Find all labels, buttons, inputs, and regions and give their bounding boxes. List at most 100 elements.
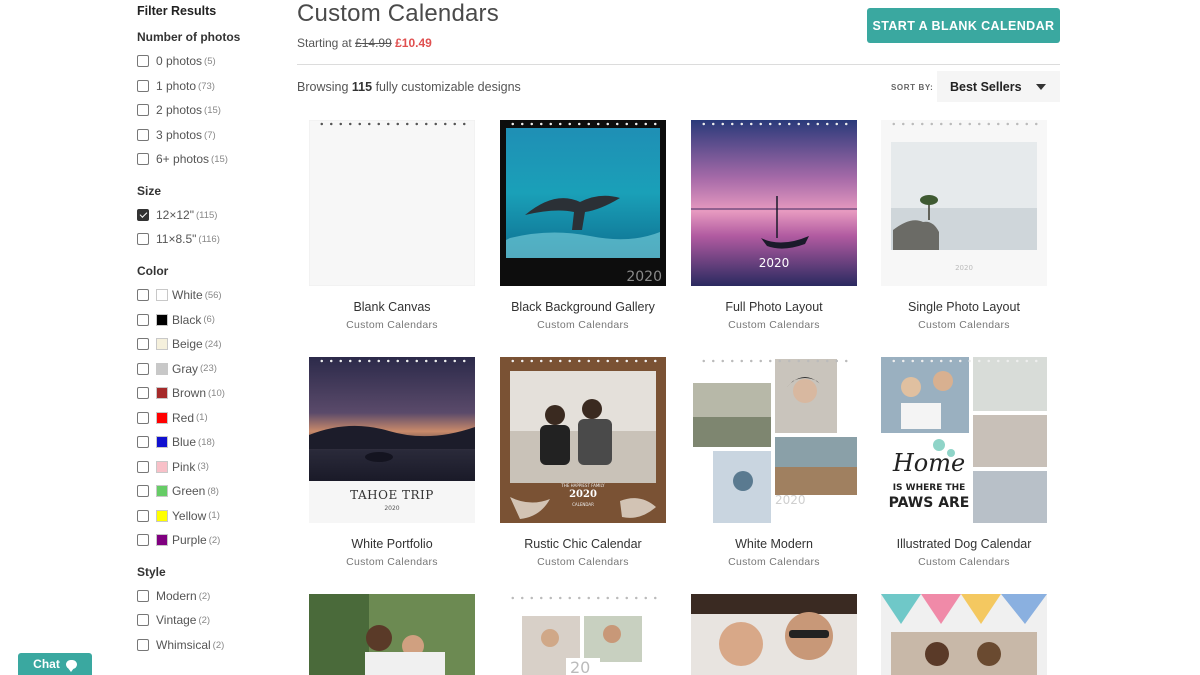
checkbox[interactable]: [137, 55, 149, 67]
filter-option-color-gray[interactable]: Gray (23): [137, 361, 217, 377]
filter-option-color-brown[interactable]: Brown (10): [137, 385, 225, 401]
product-name: Rustic Chic Calendar: [524, 537, 642, 551]
product-thumbnail: [881, 594, 1047, 675]
product-category: Custom Calendars: [728, 556, 820, 568]
checkbox-checked[interactable]: [137, 209, 149, 221]
checkbox[interactable]: [137, 80, 149, 92]
color-swatch: [156, 362, 168, 375]
product-category: Custom Calendars: [918, 319, 1010, 331]
filter-option-color-purple[interactable]: Purple (2): [137, 532, 220, 548]
filter-option-count: (115): [195, 209, 218, 221]
filter-option-count: (6): [203, 314, 215, 325]
filter-option-count: (1): [196, 412, 208, 423]
product-category: Custom Calendars: [918, 556, 1010, 568]
filter-option-count: (73): [198, 80, 215, 92]
checkbox[interactable]: [137, 362, 149, 375]
product-name: White Portfolio: [351, 537, 433, 551]
artwork-line-paws: PAWS ARE: [888, 495, 970, 511]
calendar-year: 2020: [955, 264, 973, 272]
checkbox[interactable]: [137, 639, 149, 651]
checkbox[interactable]: [137, 534, 149, 546]
filter-option-color-blue[interactable]: Blue (18): [137, 434, 215, 450]
filter-option-color-pink[interactable]: Pink (3): [137, 459, 209, 475]
checkbox[interactable]: [137, 338, 149, 350]
product-name: Black Background Gallery: [511, 300, 655, 314]
filter-option-size-11x8[interactable]: 11×8.5" (116): [137, 231, 220, 247]
page-title: Custom Calendars: [297, 0, 499, 27]
filter-option-label: Green: [172, 484, 206, 498]
sort-select[interactable]: Best Sellers: [937, 71, 1060, 102]
product-thumbnail: 2020: [881, 120, 1047, 286]
start-blank-calendar-button[interactable]: START A BLANK CALENDAR: [867, 8, 1060, 43]
product-category: Custom Calendars: [346, 556, 438, 568]
filter-option-label: 1 photo: [156, 79, 197, 93]
checkbox[interactable]: [137, 436, 149, 448]
filter-option-2-photos[interactable]: 2 photos (15): [137, 102, 221, 118]
filter-option-style-modern[interactable]: Modern (2): [137, 588, 210, 604]
filter-option-color-beige[interactable]: Beige (24): [137, 336, 222, 352]
spiral-binding: [889, 122, 1039, 126]
price-old: £14.99: [355, 36, 392, 50]
filter-option-0-photos[interactable]: 0 photos (5): [137, 53, 216, 69]
filter-option-color-green[interactable]: Green (8): [137, 483, 219, 499]
coastal-tree-photo: [881, 120, 1047, 286]
browsing-count: 115: [351, 80, 373, 94]
filter-option-label: White: [172, 288, 203, 302]
filter-option-label: Pink: [172, 459, 196, 474]
filter-option-1-photo[interactable]: 1 photo (73): [137, 78, 215, 94]
checkbox[interactable]: [137, 614, 149, 626]
checkbox[interactable]: [137, 460, 149, 473]
checkbox[interactable]: [137, 387, 149, 399]
filter-option-color-yellow[interactable]: Yellow (1): [137, 508, 220, 524]
chat-button[interactable]: Chat: [18, 653, 92, 675]
artwork-line-home: Home: [892, 449, 966, 477]
calendar-year: 2020: [384, 505, 400, 512]
product-name: White Modern: [735, 537, 813, 551]
checkbox[interactable]: [137, 153, 149, 165]
color-swatch: [156, 289, 168, 301]
filter-option-count: (15): [204, 104, 221, 116]
color-swatch: [156, 338, 168, 350]
filter-option-count: (56): [204, 289, 222, 301]
checkbox[interactable]: [137, 313, 149, 326]
filter-option-color-white[interactable]: White (56): [137, 287, 222, 303]
filter-option-label: Purple: [172, 533, 207, 547]
checkbox[interactable]: [137, 104, 149, 116]
filter-option-6plus-photos[interactable]: 6+ photos (15): [137, 151, 228, 167]
product-thumbnail: THE HAPPIEST FAMILY 2020 CALENDAR: [500, 357, 666, 523]
browsing-suffix: fully customizable designs: [375, 80, 521, 94]
filter-option-3-photos[interactable]: 3 photos (7): [137, 127, 216, 143]
checkbox[interactable]: [137, 411, 149, 424]
filter-option-count: (2): [208, 534, 221, 546]
product-thumbnail: 2020: [691, 357, 857, 523]
spiral-binding: [699, 122, 849, 126]
checkbox[interactable]: [137, 289, 149, 301]
checkbox[interactable]: [137, 590, 149, 602]
family-garden-photo: [309, 594, 475, 675]
product-name: Blank Canvas: [353, 300, 431, 314]
checkbox[interactable]: [137, 485, 149, 497]
filter-option-count: (24): [204, 338, 222, 350]
filter-option-color-black[interactable]: Black (6): [137, 312, 215, 328]
spiral-binding: [317, 122, 467, 126]
filter-option-label: Yellow: [172, 508, 207, 523]
filter-option-count: (3): [197, 461, 209, 472]
product-thumbnail: 2020: [691, 120, 857, 286]
filter-option-size-12x12[interactable]: 12×12" (115): [137, 207, 217, 223]
calendar-year: 20: [570, 658, 591, 675]
filter-option-label: Vintage: [156, 613, 197, 627]
checkbox[interactable]: [137, 509, 149, 522]
checkbox[interactable]: [137, 233, 149, 245]
chevron-down-icon: [1036, 84, 1046, 90]
filter-option-style-whimsical[interactable]: Whimsical (2): [137, 637, 224, 653]
filter-option-color-red[interactable]: Red (1): [137, 410, 208, 426]
filter-option-style-vintage[interactable]: Vintage (2): [137, 612, 210, 628]
filter-group-title-color: Color: [137, 264, 169, 278]
product-category: Custom Calendars: [346, 319, 438, 331]
product-name: Illustrated Dog Calendar: [896, 537, 1032, 551]
product-thumbnail: 20: [500, 594, 666, 675]
filter-option-count: (1): [208, 510, 220, 521]
spiral-binding: [508, 359, 658, 363]
filter-option-label: Modern: [156, 589, 197, 603]
checkbox[interactable]: [137, 129, 149, 141]
